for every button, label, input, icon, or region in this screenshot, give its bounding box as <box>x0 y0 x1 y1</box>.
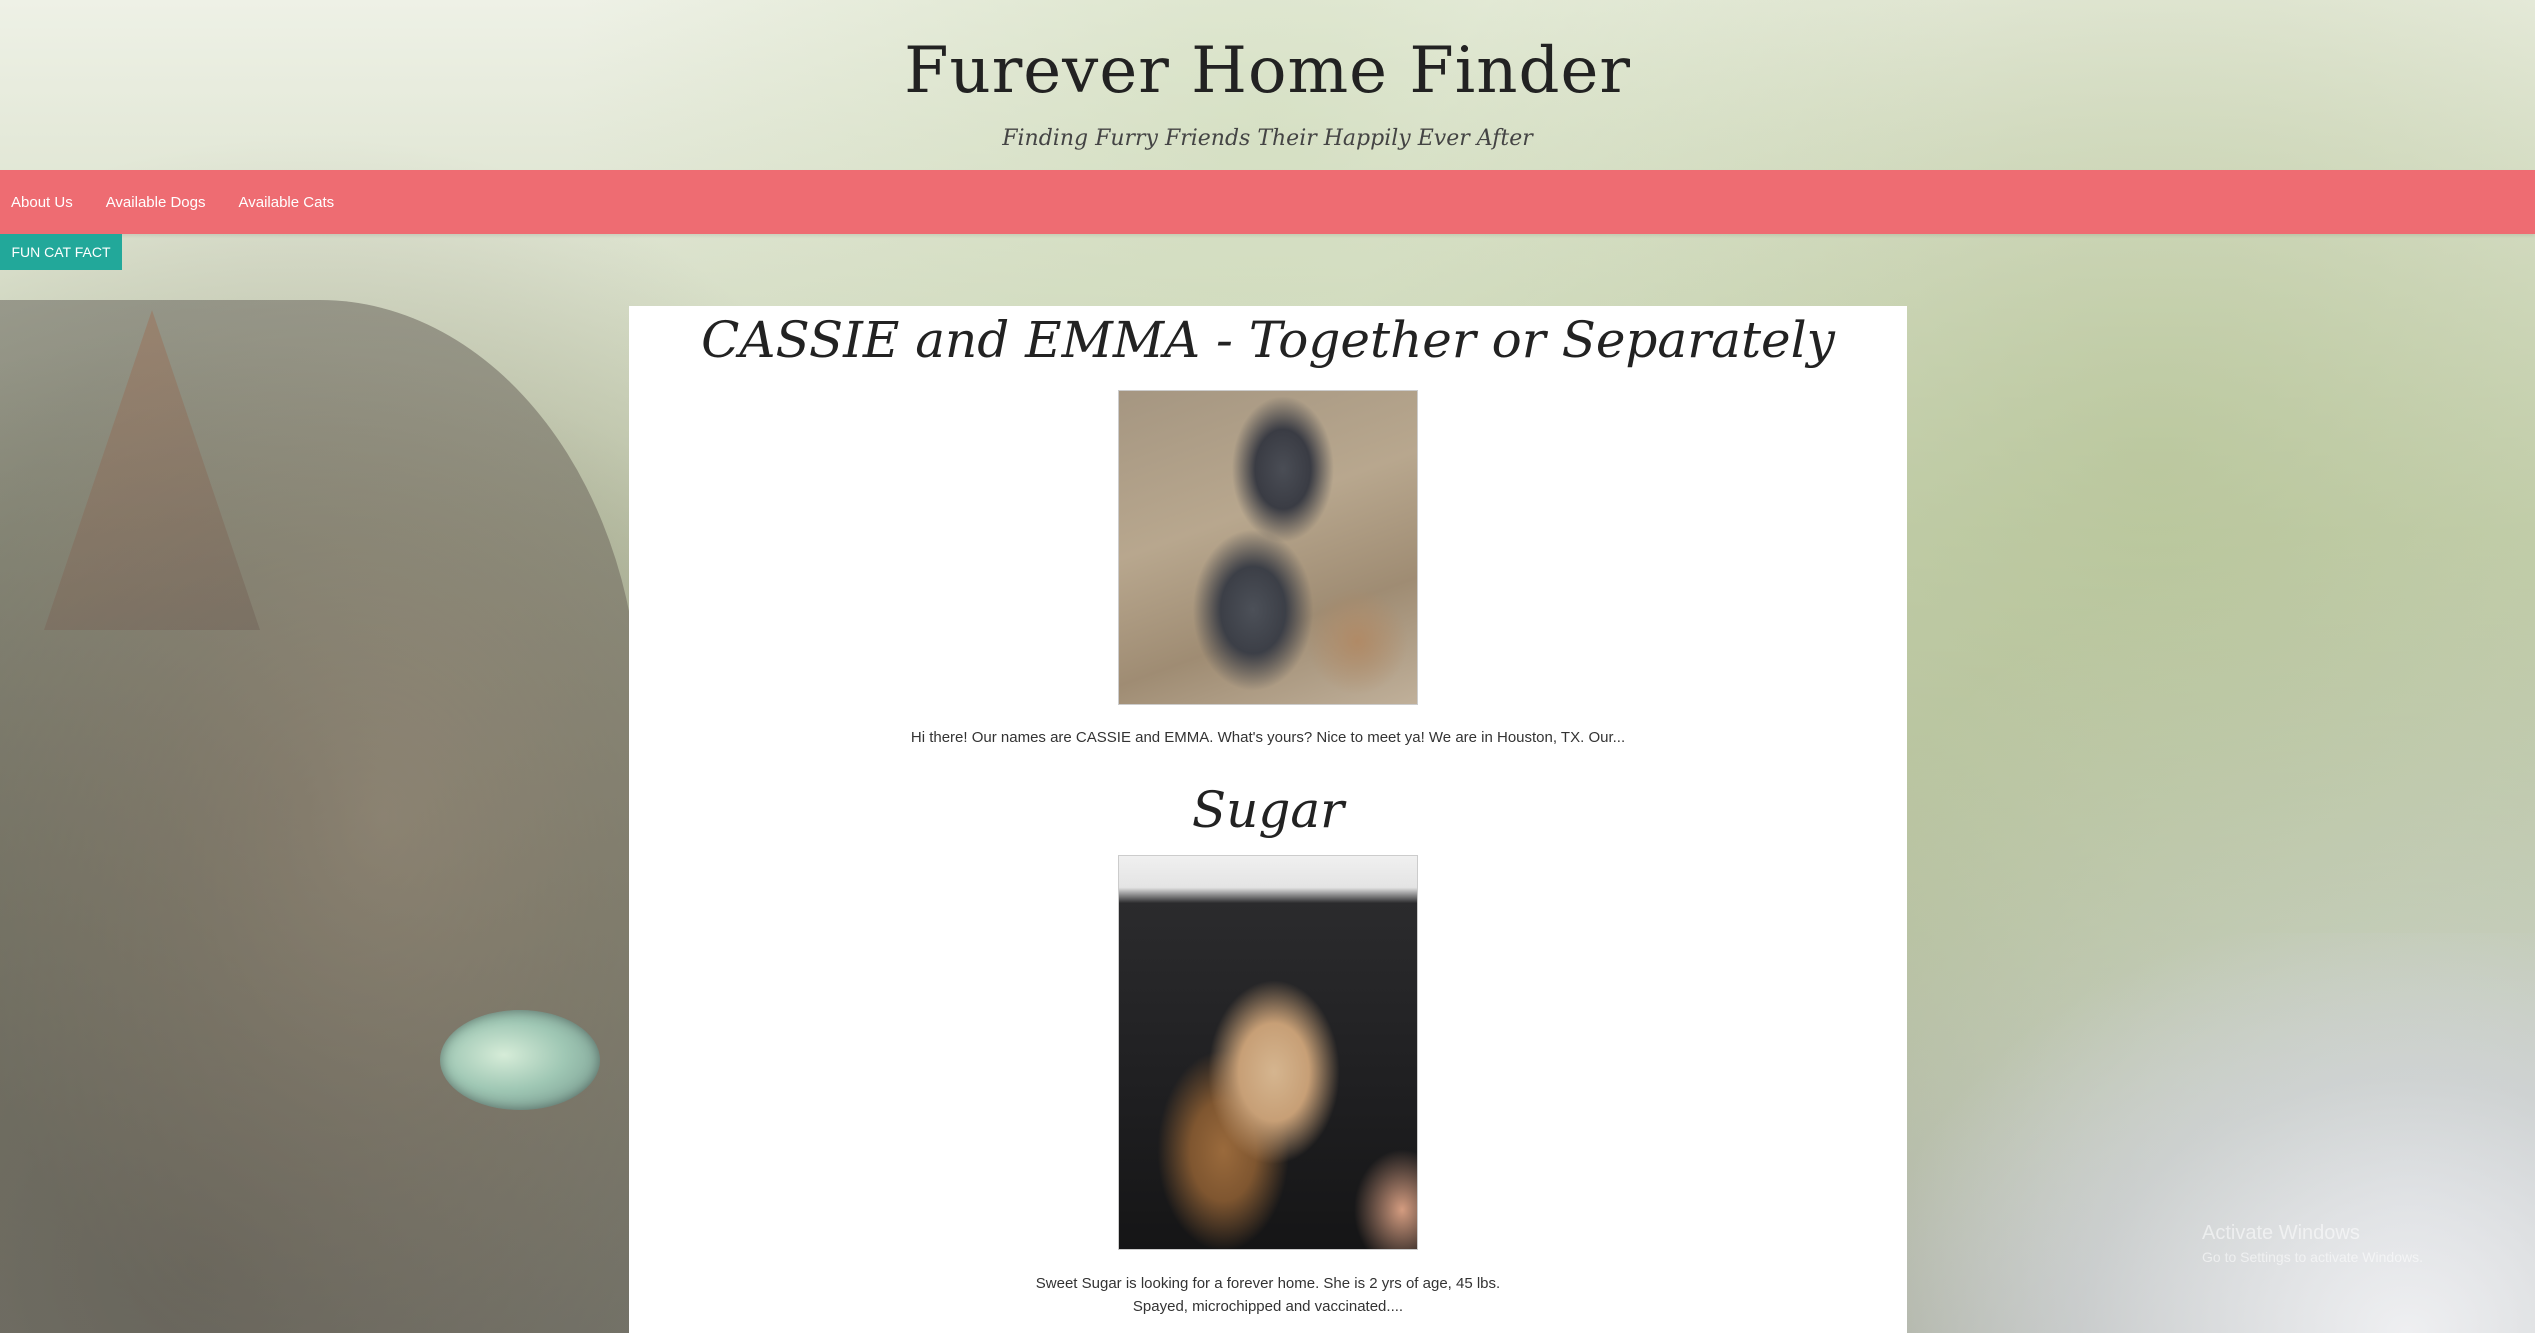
pet-listing: Sugar Sweet Sugar is looking for a forev… <box>629 780 1907 1318</box>
fun-cat-fact-button[interactable]: FUN CAT FACT <box>0 234 122 270</box>
site-tagline: Finding Furry Friends Their Happily Ever… <box>1002 126 1533 151</box>
background-cat-image <box>0 300 640 1333</box>
background-cat-eye <box>440 1010 600 1110</box>
nav-available-cats[interactable]: Available Cats <box>239 194 335 211</box>
site-header: Furever Home Finder Finding Furry Friend… <box>0 0 2535 170</box>
watermark-subtitle: Go to Settings to activate Windows. <box>2202 1249 2423 1265</box>
pet-listing: CASSIE and EMMA - Together or Separately… <box>629 306 1907 746</box>
pet-description: Sweet Sugar is looking for a forever hom… <box>629 1272 1907 1318</box>
watermark-title: Activate Windows <box>2202 1222 2360 1244</box>
pet-description: Hi there! Our names are CASSIE and EMMA.… <box>910 729 1626 746</box>
site-title[interactable]: Furever Home Finder <box>0 0 2535 108</box>
nav-about-us[interactable]: About Us <box>11 194 73 211</box>
pet-photo[interactable] <box>1118 390 1418 705</box>
pet-listings-panel: CASSIE and EMMA - Together or Separately… <box>629 306 1907 1333</box>
pet-photo[interactable] <box>1118 855 1418 1250</box>
background-fur <box>1895 933 2535 1333</box>
pet-name[interactable]: Sugar <box>629 780 1907 840</box>
activate-windows-watermark: Activate Windows Go to Settings to activ… <box>2202 1222 2423 1265</box>
main-nav: About Us Available Dogs Available Cats <box>0 170 2535 234</box>
pet-name[interactable]: CASSIE and EMMA - Together or Separately <box>629 306 1907 370</box>
pet-description-line: Spayed, microchipped and vaccinated.... <box>1132 1298 1404 1315</box>
nav-available-dogs[interactable]: Available Dogs <box>106 194 206 211</box>
pet-description-line: Sweet Sugar is looking for a forever hom… <box>1035 1275 1501 1292</box>
